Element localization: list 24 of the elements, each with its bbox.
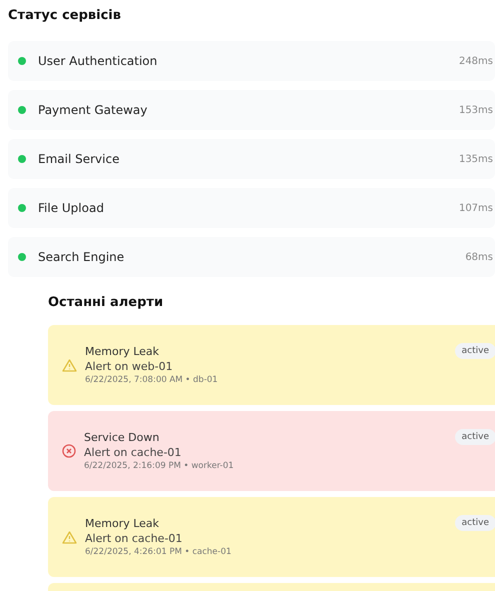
latency-value: 135ms [458,154,493,164]
alert-message: Alert on web-01 [85,360,174,373]
status-badge: active [454,429,495,445]
service-name: Search Engine [38,250,126,264]
alert-meta: 6/22/2025, 4:26:01 PM • cache-01 [85,547,232,557]
latency-value: 107ms [458,202,493,214]
section-title: Статус сервісів [7,7,122,25]
alert-title: Memory Leak [85,517,160,530]
alert-message: Alert on cache-01 [85,532,184,545]
alert-title: Service Down [84,431,160,444]
service-name: File Upload [38,201,105,215]
section-title: Останні алерти [47,294,164,312]
status-badge: active [454,343,495,359]
alert-meta: 6/22/2025, 7:08:00 AM • db-01 [85,375,219,385]
service-name: User Authentication [38,54,158,68]
latency-value: 248ms [458,56,493,66]
service-name: Payment Gateway [38,103,148,117]
status-badge: active [454,515,495,531]
service-name: Email Service [38,152,120,166]
alert-title: Memory Leak [85,345,160,358]
alert-message: Alert on cache-01 [84,446,182,459]
alert-meta: 6/22/2025, 2:16:09 PM • worker-01 [84,461,235,471]
latency-value: 68ms [465,252,493,262]
latency-value: 153ms [458,104,493,116]
